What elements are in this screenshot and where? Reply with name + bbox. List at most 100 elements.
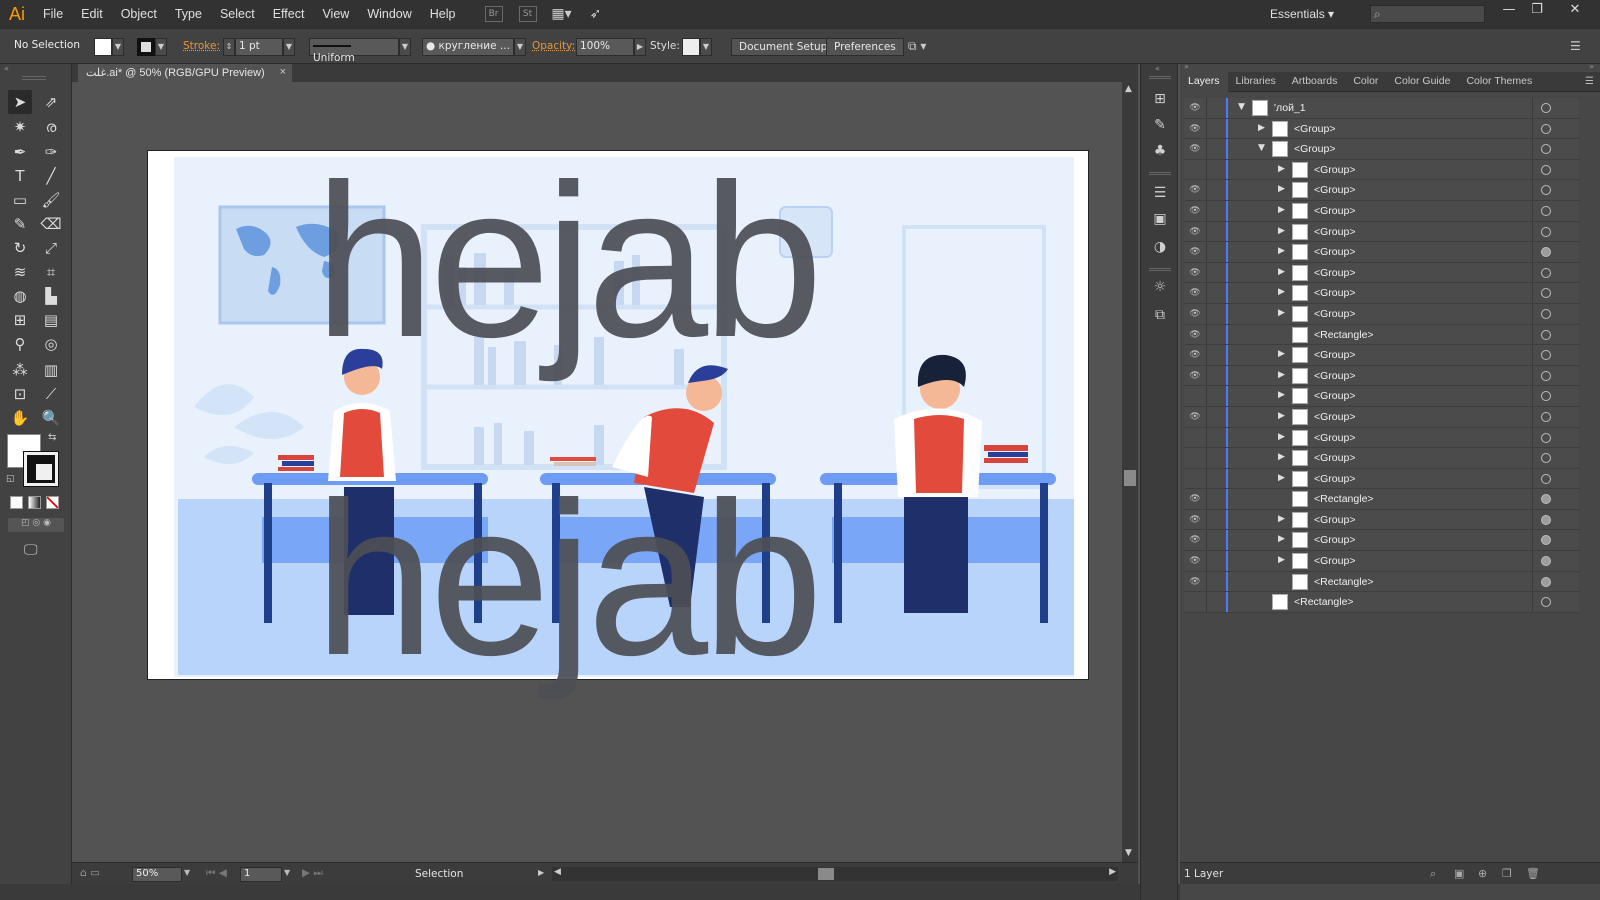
locate-object-icon[interactable]: ⌕ <box>1430 867 1436 881</box>
visibility-eye-icon[interactable]: 👁 <box>1189 267 1201 279</box>
layer-row[interactable]: 👁 ▶ <Group> <box>1184 242 1579 263</box>
visibility-eye-icon[interactable]: 👁 <box>1189 246 1201 258</box>
blend-tool-icon[interactable]: ◎ <box>39 332 63 356</box>
stroke-swatch[interactable] <box>23 451 59 487</box>
visibility-eye-icon[interactable]: 👁 <box>1189 205 1201 217</box>
target-circle-icon[interactable] <box>1541 411 1551 422</box>
disclosure-collapsed-icon[interactable]: ▶ <box>1278 534 1285 544</box>
gradient-panel-icon[interactable]: ▣ <box>1150 210 1170 228</box>
visibility-eye-icon[interactable]: 👁 <box>1189 514 1201 526</box>
visibility-eye-icon[interactable]: 👁 <box>1189 308 1201 320</box>
lock-column[interactable] <box>1206 386 1207 406</box>
target-circle-icon[interactable] <box>1541 370 1551 381</box>
lock-column[interactable] <box>1206 427 1207 448</box>
disclosure-collapsed-icon[interactable]: ▶ <box>1278 555 1285 565</box>
curvature-tool-icon[interactable]: ✑ <box>39 140 63 164</box>
layer-row[interactable]: 👁 ▼ 'лой_1 <box>1184 98 1579 119</box>
target-circle-icon[interactable] <box>1541 576 1551 587</box>
layer-name[interactable]: <Rectangle> <box>1314 329 1374 341</box>
target-circle-icon[interactable] <box>1541 164 1551 175</box>
disclosure-expanded-icon[interactable]: ▼ <box>1258 143 1265 153</box>
disclosure-collapsed-icon[interactable]: ▶ <box>1278 246 1285 256</box>
visibility-eye-icon[interactable]: 👁 <box>1189 184 1201 196</box>
zoom-dropdown-icon[interactable]: ▼ <box>184 868 190 877</box>
disclosure-collapsed-icon[interactable]: ▶ <box>1278 226 1285 236</box>
layer-name[interactable]: <Group> <box>1314 184 1355 196</box>
target-circle-icon[interactable] <box>1541 432 1551 443</box>
artboard-nav-next-last-icon[interactable]: ▶ ⏭ <box>302 867 323 880</box>
tab-libraries[interactable]: Libraries <box>1228 72 1284 92</box>
zoom-tool-icon[interactable]: 🔍 <box>39 406 63 430</box>
visibility-eye-icon[interactable] <box>1189 432 1201 444</box>
canvas[interactable]: hejab hejab <box>72 82 1122 862</box>
variable-width-profile[interactable]: Uniform▼ <box>309 38 411 64</box>
layer-row[interactable]: ▶ <Group> <box>1184 427 1579 449</box>
scroll-down-icon[interactable]: ▼ <box>1125 848 1132 858</box>
target-circle-icon[interactable] <box>1541 308 1551 319</box>
layer-row[interactable]: 👁 ▶ <Group> <box>1184 200 1579 222</box>
hand-tool-icon[interactable]: ✋ <box>8 406 32 430</box>
swap-fill-stroke-icon[interactable]: ⇆ <box>48 432 56 443</box>
pencil-tool-icon[interactable]: ✎ <box>8 212 32 236</box>
close-tab-icon[interactable]: × <box>280 66 286 78</box>
menu-effect[interactable]: Effect <box>264 0 314 28</box>
lock-column[interactable] <box>1206 468 1207 489</box>
brushes-panel-icon[interactable]: ✎ <box>1150 116 1170 134</box>
layer-name[interactable]: 'лой_1 <box>1274 102 1306 114</box>
layer-row[interactable]: 👁 ▶ <Group> <box>1184 221 1579 243</box>
visibility-eye-icon[interactable]: 👁 <box>1189 143 1201 155</box>
disclosure-collapsed-icon[interactable]: ▶ <box>1278 164 1285 174</box>
fill-color-dropdown[interactable]: ▼ <box>94 38 124 56</box>
lock-column[interactable] <box>1206 571 1207 592</box>
rotate-tool-icon[interactable]: ↻ <box>8 236 32 260</box>
none-mode-swatch[interactable] <box>46 496 59 509</box>
target-circle-icon[interactable] <box>1541 267 1551 278</box>
stock-icon[interactable]: St <box>518 6 537 22</box>
graphic-style-dropdown[interactable]: ▼ <box>682 38 712 56</box>
gpu-status-icon[interactable]: ⌂ ▭ <box>80 867 100 879</box>
lock-column[interactable] <box>1206 303 1207 324</box>
target-circle-icon[interactable] <box>1541 205 1551 216</box>
line-tool-icon[interactable]: ╱ <box>39 164 63 188</box>
mesh-tool-icon[interactable]: ⊞ <box>8 308 32 332</box>
symbols-panel-icon[interactable]: ♣ <box>1150 142 1170 160</box>
layer-row[interactable]: ▶ <Group> <box>1184 468 1579 490</box>
disclosure-collapsed-icon[interactable]: ▶ <box>1278 184 1285 194</box>
restore-button[interactable]: ❐ <box>1524 0 1550 22</box>
lasso-tool-icon[interactable]: ര <box>39 115 63 139</box>
transparency-panel-icon[interactable]: ◑ <box>1150 238 1170 256</box>
disclosure-collapsed-icon[interactable]: ▶ <box>1278 432 1285 442</box>
lock-column[interactable] <box>1206 118 1207 139</box>
disclosure-collapsed-icon[interactable]: ▶ <box>1278 308 1285 318</box>
search-input[interactable]: ⌕ <box>1370 5 1485 23</box>
visibility-eye-icon[interactable] <box>1189 164 1201 176</box>
expand-layers-icon[interactable]: » <box>1589 62 1594 71</box>
bridge-icon[interactable]: Br <box>484 6 503 22</box>
layer-name[interactable]: <Rectangle> <box>1314 493 1374 505</box>
layer-name[interactable]: <Group> <box>1314 287 1355 299</box>
layer-row[interactable]: 👁 ▶ <Group> <box>1184 365 1579 387</box>
target-circle-icon[interactable] <box>1541 514 1551 525</box>
layer-name[interactable]: <Group> <box>1314 411 1355 423</box>
screen-mode-icon[interactable]: 🖵 <box>24 542 38 558</box>
direct-selection-tool-icon[interactable]: ⇗ <box>39 90 63 114</box>
tab-color-guide[interactable]: Color Guide <box>1386 72 1458 92</box>
paintbrush-tool-icon[interactable]: 🖌 <box>39 188 63 212</box>
color-mode-swatch[interactable] <box>10 496 23 509</box>
layer-name[interactable]: <Rectangle> <box>1314 576 1374 588</box>
visibility-eye-icon[interactable]: 👁 <box>1189 370 1201 382</box>
visibility-eye-icon[interactable]: 👁 <box>1189 493 1201 505</box>
layer-row[interactable]: 👁 ▶ <Group> <box>1184 118 1579 140</box>
zoom-field[interactable]: 50% <box>132 867 182 882</box>
layer-row[interactable]: 👁 <Rectangle> <box>1184 324 1579 346</box>
lock-column[interactable] <box>1206 242 1207 262</box>
layer-row[interactable]: 👁 ▶ <Group> <box>1184 509 1579 531</box>
visibility-eye-icon[interactable] <box>1189 390 1201 402</box>
disclosure-collapsed-icon[interactable]: ▶ <box>1278 370 1285 380</box>
drawing-modes-icon[interactable]: ◰ ◎ ◉ <box>8 518 64 532</box>
visibility-eye-icon[interactable]: 👁 <box>1189 576 1201 588</box>
lock-column[interactable] <box>1206 283 1207 303</box>
artboard-tool-icon[interactable]: ⊡ <box>8 382 32 406</box>
layer-name[interactable]: <Group> <box>1314 164 1355 176</box>
document-tab[interactable]: غلت.ai* @ 50% (RGB/GPU Preview) × <box>78 64 292 82</box>
